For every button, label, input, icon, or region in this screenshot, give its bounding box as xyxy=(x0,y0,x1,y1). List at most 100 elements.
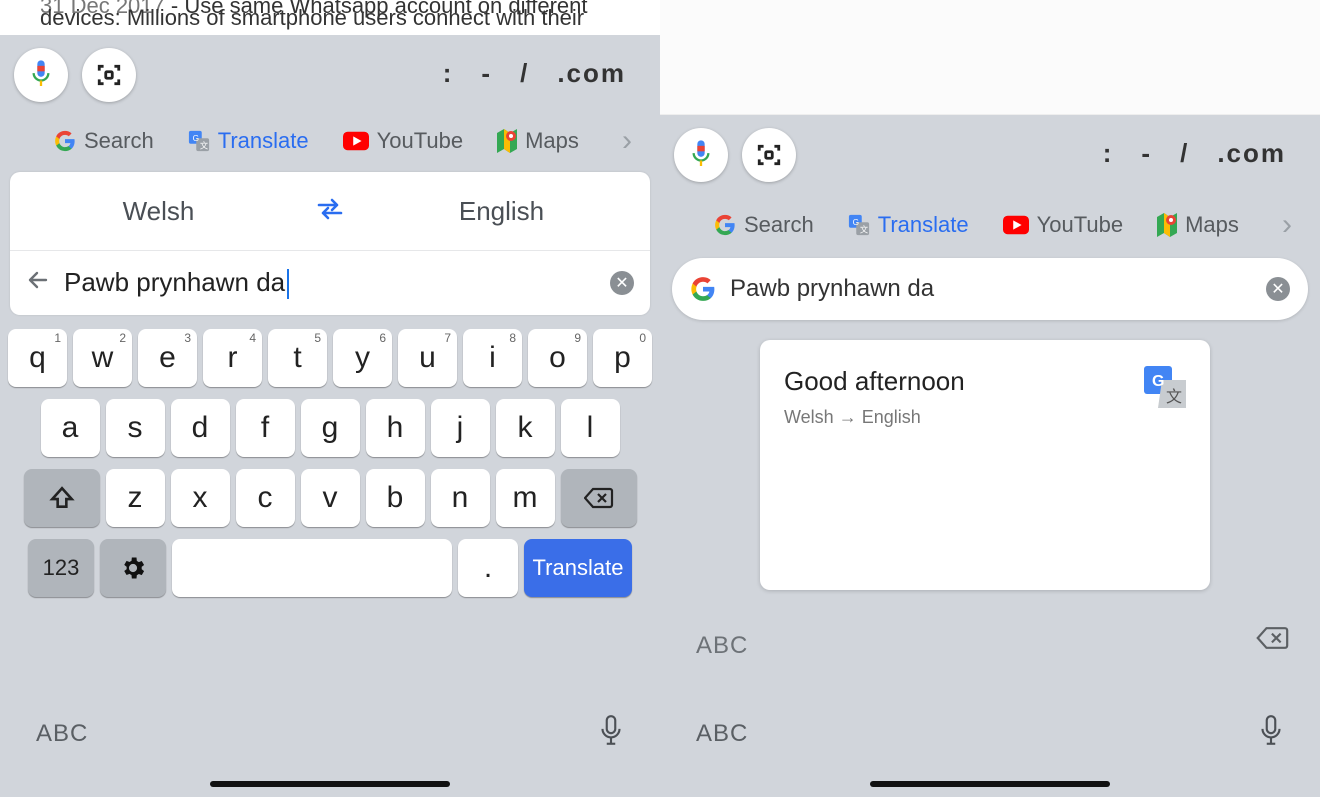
shortcut-search-label: Search xyxy=(84,128,154,154)
language-row: Welsh English xyxy=(10,172,650,250)
key-row-4: 123 . Translate xyxy=(0,539,660,597)
translation-text: Good afternoon xyxy=(784,366,1186,397)
top-whitespace xyxy=(660,0,1320,115)
dictation-button[interactable] xyxy=(1258,714,1284,753)
shortcut-maps-label: Maps xyxy=(525,128,579,154)
shortcut-youtube[interactable]: YouTube xyxy=(1003,212,1123,238)
arrow-left-icon xyxy=(26,268,50,292)
home-indicator[interactable] xyxy=(870,781,1110,787)
key-m[interactable]: m xyxy=(496,469,555,527)
bottom-bar: ABC xyxy=(0,714,660,753)
key-v[interactable]: v xyxy=(301,469,360,527)
shortcut-maps[interactable]: Maps xyxy=(497,128,579,154)
key-f[interactable]: f xyxy=(236,399,295,457)
youtube-icon xyxy=(343,131,369,151)
shortcut-maps[interactable]: Maps xyxy=(1157,212,1239,238)
shortcut-search[interactable]: Search xyxy=(54,128,154,154)
key-t[interactable]: t5 xyxy=(268,329,327,387)
maps-icon xyxy=(1157,213,1177,237)
numbers-key[interactable]: 123 xyxy=(28,539,94,597)
browser-result-snippet: 31 Dec 2017 - Use same Whatsapp account … xyxy=(0,0,660,35)
shift-key[interactable] xyxy=(24,469,100,527)
key-y[interactable]: y6 xyxy=(333,329,392,387)
google-g-icon xyxy=(714,214,736,236)
shortcut-translate[interactable]: G文 Translate xyxy=(188,128,309,154)
shortcut-translate[interactable]: G文 Translate xyxy=(848,212,969,238)
lang-to[interactable]: English xyxy=(353,196,650,227)
sym-slash[interactable]: / xyxy=(1166,138,1203,169)
shortcut-bar: Search G文 Translate YouTube Maps › xyxy=(660,208,1320,242)
sym-dash[interactable]: - xyxy=(1127,138,1166,169)
key-z[interactable]: z xyxy=(106,469,165,527)
abc-label[interactable]: ABC xyxy=(696,720,748,748)
key-i[interactable]: i8 xyxy=(463,329,522,387)
key-d[interactable]: d xyxy=(171,399,230,457)
clear-input-button[interactable]: ✕ xyxy=(610,271,634,295)
key-n[interactable]: n xyxy=(431,469,490,527)
key-p[interactable]: p0 xyxy=(593,329,652,387)
space-key[interactable] xyxy=(172,539,452,597)
search-bar[interactable]: Pawb prynhawn da ✕ xyxy=(672,258,1308,320)
shortcut-bar: Search G文 Translate YouTube Maps › xyxy=(0,124,660,158)
chevron-right-icon[interactable]: › xyxy=(622,124,632,158)
key-u[interactable]: u7 xyxy=(398,329,457,387)
shortcut-maps-label: Maps xyxy=(1185,212,1239,238)
svg-text:G: G xyxy=(852,218,858,227)
voice-input-button[interactable] xyxy=(674,128,728,182)
backspace-button[interactable] xyxy=(1256,626,1290,655)
abc-label[interactable]: ABC xyxy=(36,720,88,748)
key-c[interactable]: c xyxy=(236,469,295,527)
key-row-3: z x c v b n m xyxy=(0,469,660,527)
chevron-right-icon[interactable]: › xyxy=(1282,208,1292,242)
mic-outline-icon xyxy=(1258,714,1284,748)
sym-colon[interactable]: : xyxy=(1089,138,1128,169)
svg-text:文: 文 xyxy=(1166,388,1182,406)
home-indicator[interactable] xyxy=(210,781,450,787)
toolbar-circles xyxy=(14,48,136,102)
sym-slash[interactable]: / xyxy=(506,58,543,89)
voice-input-button[interactable] xyxy=(14,48,68,102)
key-h[interactable]: h xyxy=(366,399,425,457)
svg-text:G: G xyxy=(1152,373,1164,390)
scan-button[interactable] xyxy=(742,128,796,182)
key-a[interactable]: a xyxy=(41,399,100,457)
key-l[interactable]: l xyxy=(561,399,620,457)
key-b[interactable]: b xyxy=(366,469,425,527)
translation-result-card[interactable]: Good afternoon Welsh → English G文 xyxy=(760,340,1210,590)
shortcut-search[interactable]: Search xyxy=(714,212,814,238)
abc-toggle-top[interactable]: ABC xyxy=(696,632,748,660)
key-g[interactable]: g xyxy=(301,399,360,457)
backspace-key[interactable] xyxy=(561,469,637,527)
shortcut-youtube[interactable]: YouTube xyxy=(343,128,463,154)
key-x[interactable]: x xyxy=(171,469,230,527)
key-k[interactable]: k xyxy=(496,399,555,457)
scan-button[interactable] xyxy=(82,48,136,102)
sym-dotcom[interactable]: .com xyxy=(1203,138,1300,169)
sym-colon[interactable]: : xyxy=(429,58,468,89)
key-q[interactable]: q1 xyxy=(8,329,67,387)
key-j[interactable]: j xyxy=(431,399,490,457)
key-o[interactable]: o9 xyxy=(528,329,587,387)
translation-langs: Welsh → English xyxy=(784,407,1186,428)
swap-languages-button[interactable] xyxy=(307,196,353,227)
svg-text:文: 文 xyxy=(200,140,208,150)
mic-outline-icon xyxy=(598,714,624,748)
period-key[interactable]: . xyxy=(458,539,518,597)
mic-icon xyxy=(690,140,712,170)
dictation-button[interactable] xyxy=(598,714,624,753)
text-caret xyxy=(287,269,289,299)
lang-from[interactable]: Welsh xyxy=(10,196,307,227)
sym-dash[interactable]: - xyxy=(467,58,506,89)
translate-input[interactable]: Pawb prynhawn da xyxy=(64,267,596,299)
key-s[interactable]: s xyxy=(106,399,165,457)
back-arrow-button[interactable] xyxy=(26,268,50,299)
clear-search-button[interactable]: ✕ xyxy=(1266,277,1290,301)
key-r[interactable]: r4 xyxy=(203,329,262,387)
swap-icon xyxy=(315,198,345,220)
sym-dotcom[interactable]: .com xyxy=(543,58,640,89)
backspace-icon xyxy=(584,487,614,509)
key-e[interactable]: e3 xyxy=(138,329,197,387)
translate-action-key[interactable]: Translate xyxy=(524,539,632,597)
key-w[interactable]: w2 xyxy=(73,329,132,387)
settings-key[interactable] xyxy=(100,539,166,597)
